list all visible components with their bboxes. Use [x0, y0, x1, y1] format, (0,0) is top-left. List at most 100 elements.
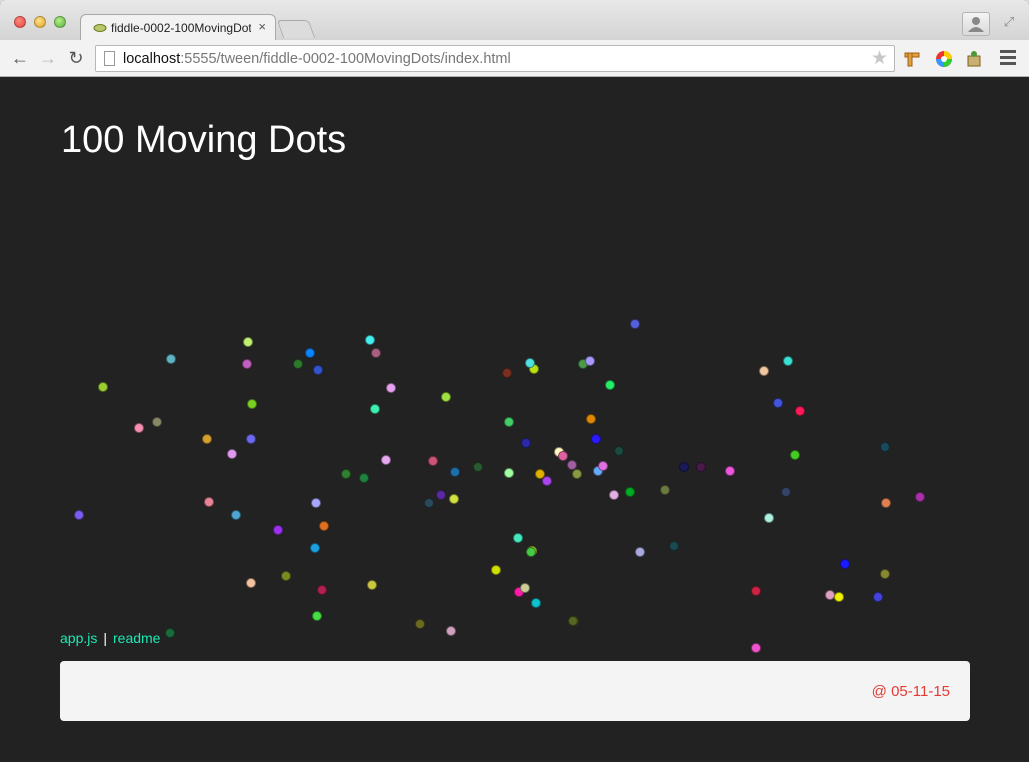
moving-dot [504, 417, 514, 427]
page-content: 100 Moving Dots app.js | readme @ 05-11-15 [4, 77, 1025, 762]
moving-dot [450, 467, 460, 477]
moving-dot [165, 628, 175, 638]
forward-button[interactable]: → [37, 48, 59, 70]
page-title: 100 Moving Dots [61, 119, 347, 161]
moving-dot [625, 487, 635, 497]
moving-dot [598, 461, 608, 471]
readme-link[interactable]: readme [113, 630, 160, 646]
back-button[interactable]: ← [9, 48, 31, 70]
fullscreen-icon[interactable]: ⤢ [999, 14, 1019, 34]
moving-dot [614, 446, 624, 456]
moving-dot [281, 571, 291, 581]
moving-dot [446, 626, 456, 636]
moving-dot [591, 434, 601, 444]
moving-dot [526, 547, 536, 557]
moving-dot [525, 358, 535, 368]
moving-dot [679, 462, 689, 472]
moving-dot [424, 498, 434, 508]
reload-button[interactable]: ↻ [65, 48, 87, 70]
browser-toolbar: ← → ↻ localhost:5555/tween/fiddle-0002-1… [0, 40, 1029, 77]
moving-dot [759, 366, 769, 376]
moving-dot [504, 468, 514, 478]
moving-dot [881, 498, 891, 508]
moving-dot [305, 348, 315, 358]
moving-dot [341, 469, 351, 479]
moving-dot [204, 497, 214, 507]
turtle-favicon-icon [93, 24, 107, 32]
moving-dot [773, 398, 783, 408]
footer-panel: @ 05-11-15 [60, 661, 970, 721]
moving-dot [795, 406, 805, 416]
moving-dot [542, 476, 552, 486]
person-icon [968, 17, 984, 32]
moving-dot [609, 490, 619, 500]
moving-dot [441, 392, 451, 402]
moving-dot [313, 365, 323, 375]
color-wheel-extension-icon[interactable] [935, 50, 953, 68]
moving-dot [660, 485, 670, 495]
moving-dot [243, 337, 253, 347]
menu-icon[interactable] [1000, 50, 1016, 66]
link-separator: | [103, 630, 107, 646]
moving-dot [586, 414, 596, 424]
moving-dot [834, 592, 844, 602]
minimize-window-button[interactable] [34, 16, 46, 28]
ruler-extension-icon[interactable] [903, 50, 921, 68]
moving-dot [319, 521, 329, 531]
moving-dot [242, 359, 252, 369]
moving-dot [312, 611, 322, 621]
moving-dot [359, 473, 369, 483]
browser-window: fiddle-0002-100MovingDots × ⤢ ← → ↻ loca… [0, 0, 1029, 762]
new-tab-button[interactable] [276, 20, 316, 38]
moving-dot [166, 354, 176, 364]
moving-dot [790, 450, 800, 460]
moving-dot [74, 510, 84, 520]
footer-date: @ 05-11-15 [871, 683, 950, 700]
moving-dot [449, 494, 459, 504]
app-js-link[interactable]: app.js [60, 630, 97, 646]
moving-dot [365, 335, 375, 345]
moving-dot [370, 404, 380, 414]
moving-dot [572, 469, 582, 479]
url-text: localhost:5555/tween/fiddle-0002-100Movi… [123, 51, 511, 67]
moving-dot [513, 533, 523, 543]
puzzle-extension-icon[interactable] [966, 50, 984, 68]
moving-dot [152, 417, 162, 427]
moving-dot [247, 399, 257, 409]
dots-canvas [60, 237, 970, 653]
moving-dot [227, 449, 237, 459]
moving-dot [880, 442, 890, 452]
moving-dot [491, 565, 501, 575]
tab-title: fiddle-0002-100MovingDots [111, 21, 251, 35]
moving-dot [531, 598, 541, 608]
moving-dot [764, 513, 774, 523]
bookmark-star-icon[interactable]: ★ [871, 47, 888, 70]
moving-dot [371, 348, 381, 358]
moving-dot [367, 580, 377, 590]
moving-dot [436, 490, 446, 500]
title-bar: fiddle-0002-100MovingDots × ⤢ [0, 0, 1029, 41]
zoom-window-button[interactable] [54, 16, 66, 28]
moving-dot [725, 466, 735, 476]
moving-dot [669, 541, 679, 551]
page-icon [104, 51, 115, 66]
moving-dot [293, 359, 303, 369]
moving-dot [751, 643, 761, 653]
moving-dot [558, 451, 568, 461]
moving-dot [781, 487, 791, 497]
tab-active[interactable]: fiddle-0002-100MovingDots × [80, 14, 276, 41]
moving-dot [502, 368, 512, 378]
moving-dot [520, 583, 530, 593]
moving-dot [605, 380, 615, 390]
profile-button[interactable] [962, 12, 990, 36]
moving-dot [473, 462, 483, 472]
moving-dot [273, 525, 283, 535]
tab-close-icon[interactable]: × [258, 19, 266, 34]
moving-dot [231, 510, 241, 520]
address-bar[interactable]: localhost:5555/tween/fiddle-0002-100Movi… [95, 45, 895, 72]
moving-dot [428, 456, 438, 466]
moving-dot [310, 543, 320, 553]
moving-dot [134, 423, 144, 433]
moving-dot [317, 585, 327, 595]
close-window-button[interactable] [14, 16, 26, 28]
